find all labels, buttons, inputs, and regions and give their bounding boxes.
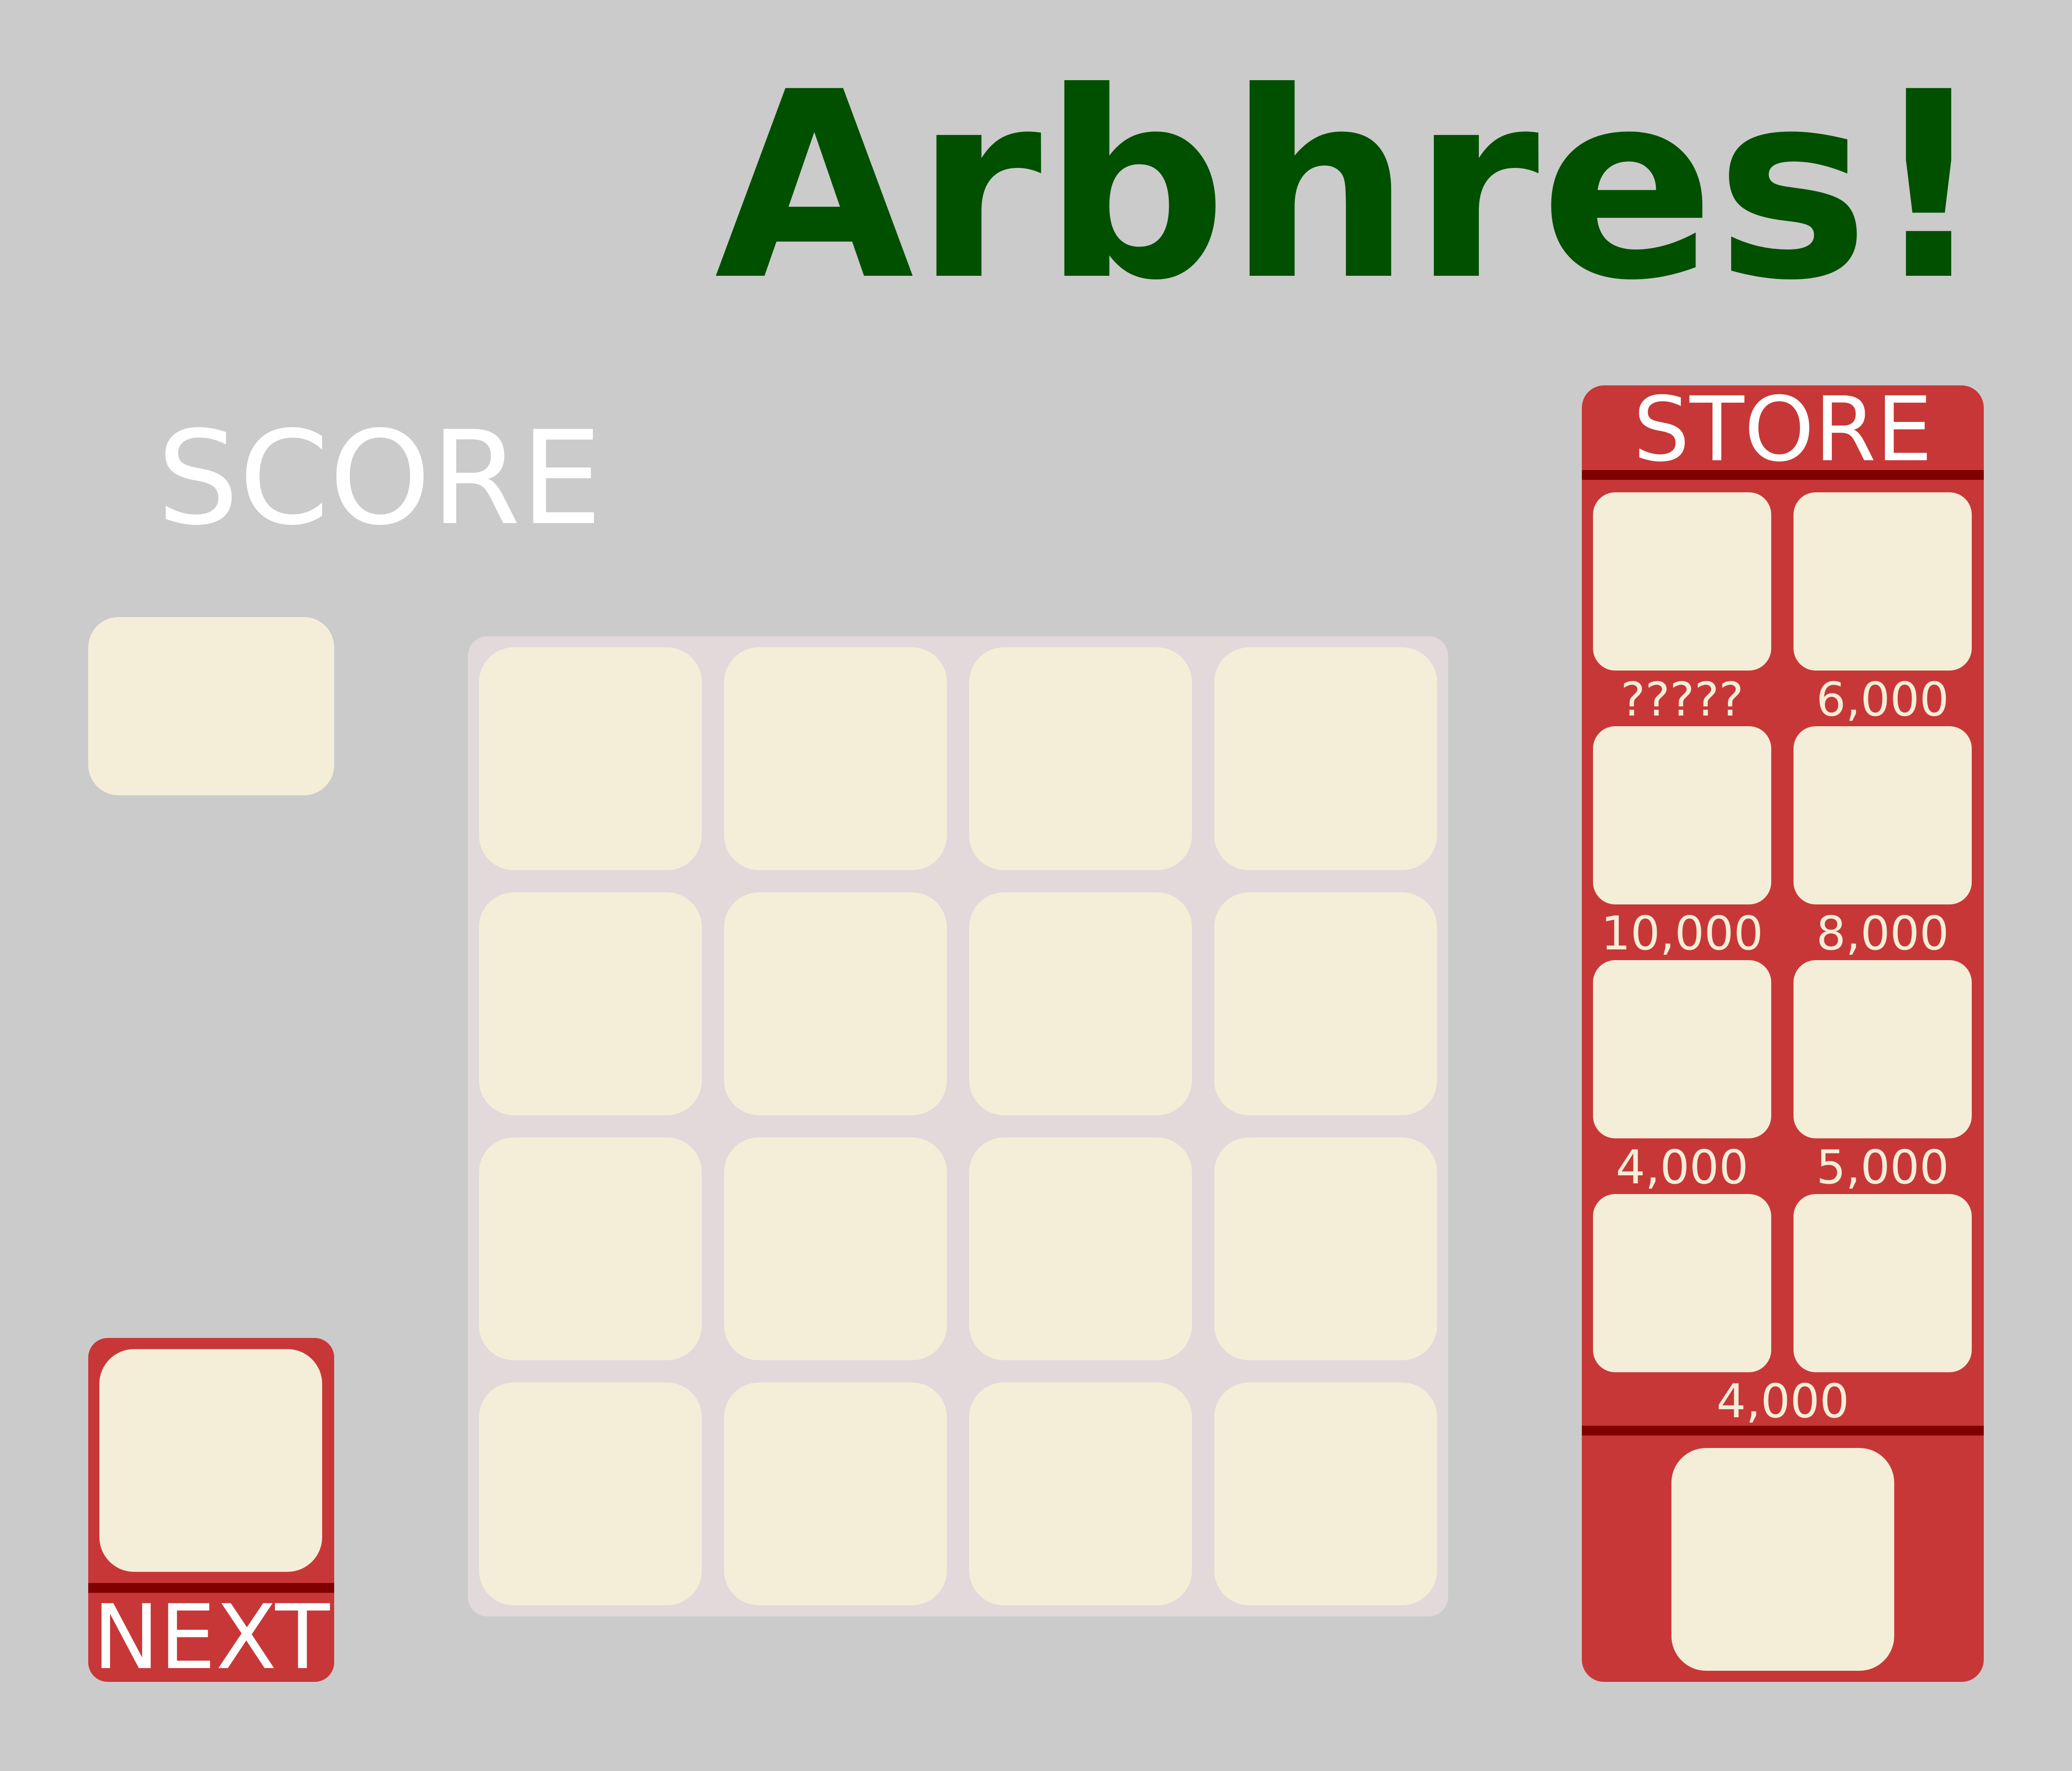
store-item-8[interactable] xyxy=(1794,1194,1972,1372)
board-cell-r3-c1[interactable] xyxy=(479,1137,702,1360)
board-cell-r1-c3[interactable] xyxy=(969,647,1192,870)
store-bottom-divider xyxy=(1582,1426,1984,1436)
board-cell-r3-c2[interactable] xyxy=(724,1137,947,1360)
store-item-4-price: 8,000 xyxy=(1816,906,1949,961)
store-item-3[interactable] xyxy=(1593,726,1771,904)
store-item-2[interactable] xyxy=(1794,492,1972,671)
next-label: NEXT xyxy=(93,1586,330,1689)
store-item-5-price: 4,000 xyxy=(1616,1140,1749,1194)
store-item-1[interactable] xyxy=(1593,492,1771,671)
board-cell-r4-c2[interactable] xyxy=(724,1382,947,1605)
board-cell-r1-c2[interactable] xyxy=(724,647,947,870)
store-item-1-price: ????? xyxy=(1621,672,1744,727)
next-piece-tile xyxy=(99,1349,322,1572)
next-piece-panel: NEXT xyxy=(88,1338,334,1682)
store-item-4[interactable] xyxy=(1794,726,1972,904)
board-cell-r3-c4[interactable] xyxy=(1214,1137,1437,1360)
game-screen: Arbhres! SCORE NEXT STORE ????? 6,000 10… xyxy=(0,0,2072,1771)
board-cell-r2-c3[interactable] xyxy=(969,892,1192,1115)
store-panel: STORE ????? 6,000 10,000 8,000 4,000 5,0… xyxy=(1582,385,1984,1682)
board-cell-r2-c1[interactable] xyxy=(479,892,702,1115)
game-board xyxy=(468,636,1448,1616)
store-item-3-price: 10,000 xyxy=(1601,906,1763,961)
store-held-tile[interactable] xyxy=(1671,1448,1894,1671)
board-cell-r3-c3[interactable] xyxy=(969,1137,1192,1360)
store-shared-price: 4,000 xyxy=(1716,1374,1849,1428)
board-cell-r2-c2[interactable] xyxy=(724,892,947,1115)
board-cell-r1-c4[interactable] xyxy=(1214,647,1437,870)
score-display xyxy=(88,617,334,795)
store-item-6-price: 5,000 xyxy=(1816,1140,1949,1194)
board-cell-r2-c4[interactable] xyxy=(1214,892,1437,1115)
board-cell-r1-c1[interactable] xyxy=(479,647,702,870)
board-cell-r4-c4[interactable] xyxy=(1214,1382,1437,1605)
store-title: STORE xyxy=(1633,378,1933,482)
score-label: SCORE xyxy=(157,404,602,554)
store-item-5[interactable] xyxy=(1593,960,1771,1138)
store-item-2-price: 6,000 xyxy=(1816,672,1949,727)
store-item-6[interactable] xyxy=(1794,960,1972,1138)
store-top-divider xyxy=(1582,470,1984,480)
store-item-7[interactable] xyxy=(1593,1194,1771,1372)
game-title: Arbhres! xyxy=(714,37,1988,337)
board-cell-r4-c1[interactable] xyxy=(479,1382,702,1605)
board-cell-r4-c3[interactable] xyxy=(969,1382,1192,1605)
